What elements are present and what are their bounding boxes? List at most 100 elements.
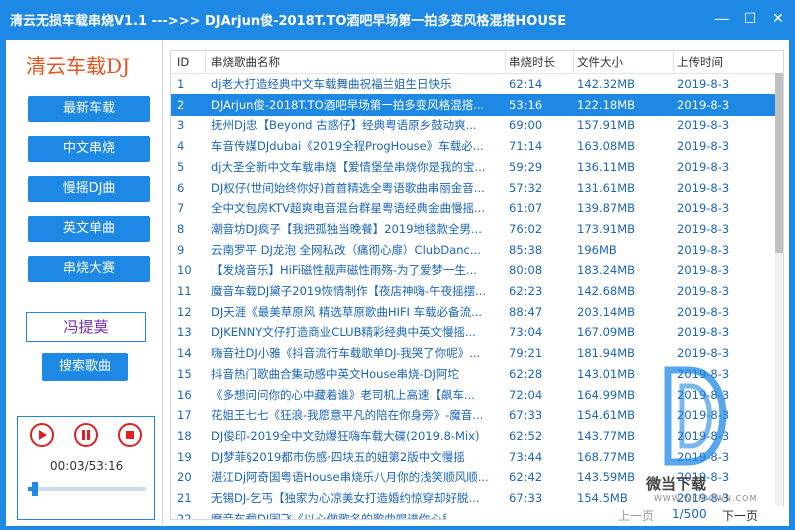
watermark-logo-icon xyxy=(664,366,727,466)
cell-size: 122.18MB xyxy=(577,97,636,112)
cell-id: 11 xyxy=(177,284,192,298)
cell-duration: 76:02 xyxy=(509,221,543,236)
nav-latest-button[interactable]: 最新车载 xyxy=(28,96,150,122)
nav-slow-dj-button[interactable]: 慢摇DJ曲 xyxy=(28,176,150,202)
cell-date: 2019-8-3 xyxy=(677,118,730,133)
cell-id: 20 xyxy=(177,470,192,485)
close-button[interactable]: ✕ xyxy=(768,9,788,29)
header-id[interactable]: ID xyxy=(177,51,207,73)
next-page-link[interactable]: 下一页 xyxy=(722,507,758,524)
watermark-url: WWW.WEIDOWN.COM xyxy=(654,494,758,503)
main-content: 清云车载DJ 最新车载 中文串烧 慢摇DJ曲 英文单曲 串烧大赛 冯提莫 搜索歌… xyxy=(6,40,789,526)
cell-date: 2019-8-3 xyxy=(677,97,730,112)
cell-size: 136.11MB xyxy=(577,159,636,174)
page-indicator: 1/500 xyxy=(672,507,707,521)
table-row[interactable]: 1 dj老大打造经典中文车载舞曲祝福兰姐生日快乐 62:14 142.32MB 2019… xyxy=(171,73,775,95)
cell-name: 全中文包房KTV超爽电音混台群星粤语经典金曲慢摇... xyxy=(211,201,486,216)
table-row[interactable]: 6 DJ权仔(世间始终你好)首首精选全粤语歌曲串丽金音... 57:32 131.61… xyxy=(171,177,775,199)
maximize-button[interactable]: ☐ xyxy=(740,9,760,29)
cell-duration: 72:04 xyxy=(509,387,543,402)
nav-medley-contest-button[interactable]: 串烧大赛 xyxy=(28,256,150,282)
nav-chinese-medley-button[interactable]: 中文串烧 xyxy=(28,136,150,162)
header-duration[interactable]: 串烧时长 xyxy=(509,51,577,73)
cell-duration: 73:44 xyxy=(509,449,543,464)
table-row[interactable]: 5 dj大圣全新中文车载串烧【爱情堡垒串烧你是我的宝... 59:29 136.11M… xyxy=(171,156,775,178)
table-row[interactable]: 8 潮音坊DJ疯子【我把孤独当晚餐】2019地毯款全男... 76:02 173.91… xyxy=(171,218,775,240)
table-row[interactable]: 10 【发烧音乐】HiFi磁性靓声磁性雨殇-为了爱梦一生... 80:08 183.2… xyxy=(171,259,775,281)
table-row[interactable]: 14 嗨音社DJ小雅《抖音流行车载歌单DJ-我哭了你呢》... 79:21 181.9… xyxy=(171,342,775,364)
cell-name: 【发烧音乐】HiFi磁性靓声磁性雨殇-为了爱梦一生... xyxy=(211,263,477,278)
cell-duration: 59:29 xyxy=(509,159,543,174)
cell-duration: 80:08 xyxy=(509,263,543,278)
cell-duration: 88:47 xyxy=(509,304,543,319)
cell-name: 花姐王七七《狂浪-我愿意平凡的陪在你身旁》-魔音... xyxy=(211,408,484,423)
cell-id: 1 xyxy=(177,77,185,91)
playback-time: 00:03/53:16 xyxy=(50,459,124,473)
cell-id: 22 xyxy=(177,511,192,520)
table-row[interactable]: 7 全中文包房KTV超爽电音混台群星粤语经典金曲慢摇... 61:07 139.87M… xyxy=(171,197,775,219)
cell-duration: 61:07 xyxy=(509,201,543,216)
cell-date: 2019-8-3 xyxy=(677,325,730,340)
cell-size: 157.91MB xyxy=(577,118,636,133)
progress-bar[interactable] xyxy=(28,482,146,496)
cell-id: 5 xyxy=(177,159,185,174)
table-row[interactable]: 12 DJ天涯《最美草原风 精选草原歌曲HIFI 车载必备流... 88:47 203… xyxy=(171,301,775,323)
cell-duration: 71:14 xyxy=(509,139,543,154)
header-date[interactable]: 上传时间 xyxy=(677,51,773,73)
progress-handle[interactable] xyxy=(32,482,39,496)
cell-date: 2019-8-3 xyxy=(677,242,730,257)
cell-size: 167.09MB xyxy=(577,325,636,340)
table-row[interactable]: 2 DJArjun俊-2018T.TO酒吧早场第一拍多变风格混搭... 53:16 1… xyxy=(171,93,775,116)
cell-id: 16 xyxy=(177,387,192,402)
table-row[interactable]: 13 DJKENNY文仔打造商业CLUB精彩经典中英文慢摇... 73:04 167.… xyxy=(171,321,775,343)
table-scrollbar[interactable] xyxy=(775,73,783,519)
cell-id: 21 xyxy=(177,491,192,505)
cell-name: 魔音车载DJ黛子2019恢情制作【夜店神嗨-午夜摇摆... xyxy=(211,284,487,298)
table-row[interactable]: 11 魔音车载DJ黛子2019恢情制作【夜店神嗨-午夜摇摆... 62:23 142.… xyxy=(171,280,775,302)
minimize-button[interactable]: — xyxy=(712,9,732,29)
cell-date: 2019-8-3 xyxy=(677,77,730,91)
cell-name: DJ天涯《最美草原风 精选草原歌曲HIFI 车载必备流... xyxy=(211,304,483,319)
cell-date: 2019-8-3 xyxy=(677,221,730,236)
cell-duration: 62:23 xyxy=(509,284,543,298)
header-size[interactable]: 文件大小 xyxy=(577,51,677,73)
cell-size: 131.61MB xyxy=(577,180,636,195)
sidebar: 清云车载DJ 最新车载 中文串烧 慢摇DJ曲 英文单曲 串烧大赛 冯提莫 搜索歌… xyxy=(6,40,163,526)
cell-date: 2019-8-3 xyxy=(677,263,730,278)
header-name[interactable]: 串烧歌曲名称 xyxy=(211,51,505,73)
cell-duration: 62:28 xyxy=(509,366,543,381)
cell-duration: 67:33 xyxy=(509,408,543,423)
nav-english-single-button[interactable]: 英文单曲 xyxy=(28,216,150,242)
play-icon[interactable] xyxy=(30,423,54,447)
cell-id: 15 xyxy=(177,366,192,381)
scrollbar-thumb[interactable] xyxy=(775,73,783,253)
cell-size: 203.14MB xyxy=(577,304,636,319)
cell-id: 10 xyxy=(177,263,192,278)
cell-duration: 73:04 xyxy=(509,325,543,340)
cell-size: 163.08MB xyxy=(577,139,636,154)
table-row[interactable]: 4 车音传媒DJdubai《2019全程ProgHouse》车载必... 71:14… xyxy=(171,135,775,157)
cell-name: DJ权仔(世间始终你好)首首精选全粤语歌曲串丽金音... xyxy=(211,180,485,195)
table-row[interactable]: 3 抚州Dj忠【Beyond 古惑仔】经典粤语原乡鼓动爽... 69:00 157.9… xyxy=(171,114,775,136)
cell-name: 车音传媒DJdubai《2019全程ProgHouse》车载必... xyxy=(211,139,484,154)
title-bar[interactable]: 清云无损车载串烧V1.1 --->>> DJArjun俊-2018T.TO酒吧早… xyxy=(0,0,795,38)
window-title: 清云无损车载串烧V1.1 --->>> DJArjun俊-2018T.TO酒吧早… xyxy=(10,14,567,29)
cell-name: DJKENNY文仔打造商业CLUB精彩经典中英文慢摇... xyxy=(211,325,476,340)
stop-icon[interactable] xyxy=(118,423,142,447)
cell-duration: 79:21 xyxy=(509,346,543,361)
cell-id: 4 xyxy=(177,139,185,154)
table-row[interactable]: 9 云南罗平 DJ龙泡 全网私改（痛彻心扉）ClubDanc... 85:38 196… xyxy=(171,239,775,261)
pagination: 上一页 1/500 下一页 xyxy=(446,506,786,524)
cell-name: 抚州Dj忠【Beyond 古惑仔】经典粤语原乡鼓动爽... xyxy=(211,118,477,133)
cell-duration: 69:00 xyxy=(509,118,543,133)
cell-date: 2019-8-3 xyxy=(677,201,730,216)
cell-id: 2 xyxy=(177,97,185,112)
search-songs-button[interactable]: 搜索歌曲 xyxy=(42,353,128,381)
cell-size: 142.68MB xyxy=(577,284,636,298)
prev-page-link[interactable]: 上一页 xyxy=(618,507,654,524)
player-panel: 00:03/53:16 xyxy=(17,416,155,520)
pause-icon[interactable] xyxy=(74,423,98,447)
cell-id: 7 xyxy=(177,201,185,216)
user-name-box[interactable]: 冯提莫 xyxy=(26,312,146,342)
watermark-text: 微当下载 xyxy=(646,475,707,493)
